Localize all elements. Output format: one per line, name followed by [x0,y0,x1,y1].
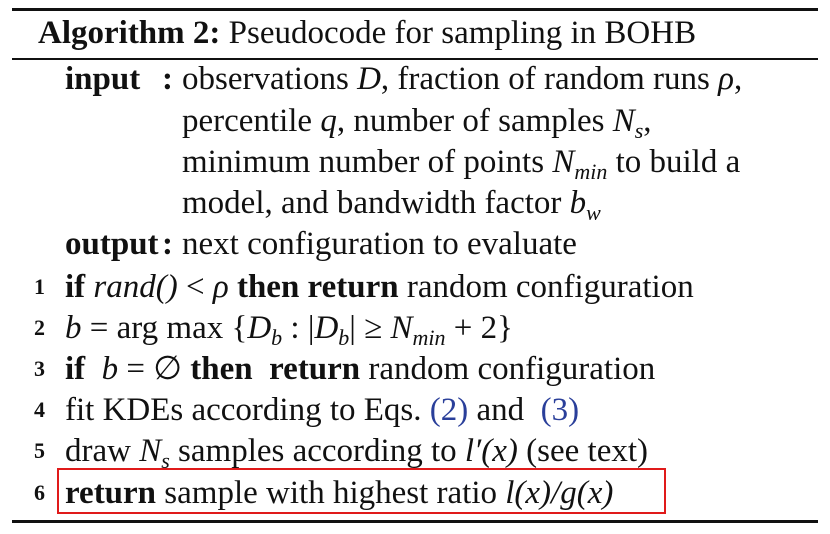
step-1: if rand() < ρ then return random configu… [65,269,694,305]
input-line-1: observations D, fraction of random runs … [182,61,743,97]
algorithm-label: Algorithm 2: [38,15,221,51]
output-keyword: output [65,226,159,262]
algorithm-title: Pseudocode for sampling in BOHB [228,15,697,51]
step-5: draw Ns samples according to l′(x) (see … [65,433,649,473]
input-line-2: percentile q, number of samples Ns, [182,103,652,143]
line-number-3: 3 [34,356,45,381]
top-rule [12,8,818,11]
input-line-3: minimum number of points Nmin to build a [182,144,741,184]
output-text: next configuration to evaluate [182,226,577,262]
step-3: if b = ∅ then return random configuratio… [65,351,656,387]
bottom-rule [12,520,818,523]
algorithm-caption: Algorithm 2: Pseudocode for sampling in … [38,14,696,52]
step-2: b = arg max {Db : |Db| ≥ Nmin + 2} [65,310,513,350]
output-colon: : [162,226,173,262]
line-number-4: 4 [34,397,45,422]
line-number-2: 2 [34,315,45,340]
input-colon: : [162,61,173,97]
line-number-1: 1 [34,274,45,299]
eq-2-link[interactable]: (2) [430,392,468,428]
eq-3-link[interactable]: (3) [541,392,579,428]
input-line-4: model, and bandwidth factor bw [182,185,601,225]
highlight-box [57,468,666,514]
line-number-6: 6 [34,480,45,505]
input-keyword: input [65,61,141,97]
line-number-5: 5 [34,438,45,463]
step-4: fit KDEs according to Eqs. (2) and (3) [65,392,580,428]
